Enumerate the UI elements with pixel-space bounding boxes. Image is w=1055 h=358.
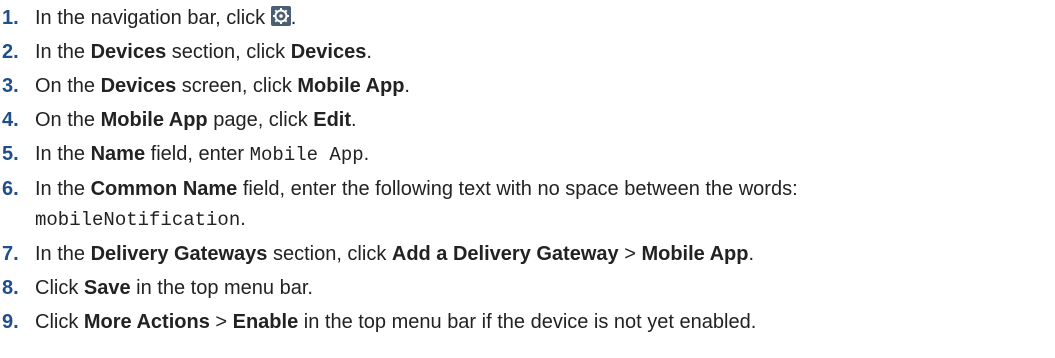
step-text: On the Mobile App page, click Edit. [35,109,357,131]
step-text: In the Name field, enter Mobile App. [35,143,370,166]
step-number: 2. [2,41,19,63]
step-7: 7. In the Delivery Gateways section, cli… [0,239,1055,269]
step-number: 5. [2,143,19,165]
step-text: On the Devices screen, click Mobile App. [35,75,410,97]
step-number: 8. [2,277,19,299]
step-9: 9. Click More Actions > Enable in the to… [0,307,1055,337]
step-5: 5. In the Name field, enter Mobile App. [0,139,1055,170]
step-6: 6. In the Common Name field, enter the f… [0,174,1055,235]
step-text: Click Save in the top menu bar. [35,277,313,299]
step-text: Click More Actions > Enable in the top m… [35,311,757,333]
step-number: 3. [2,75,19,97]
procedure-steps: 1. In the navigation bar, click . 2. In … [0,0,1055,337]
step-4: 4. On the Mobile App page, click Edit. [0,105,1055,135]
gear-icon [270,6,291,26]
step-text: In the Devices section, click Devices. [35,41,372,63]
code-value: mobileNotification [35,209,241,231]
step-number: 9. [2,311,19,333]
step-8: 8. Click Save in the top menu bar. [0,273,1055,303]
step-number: 7. [2,243,19,265]
step-text: In the navigation bar, click . [35,6,297,29]
step-3: 3. On the Devices screen, click Mobile A… [0,71,1055,101]
code-value: Mobile App [249,144,364,166]
step-1: 1. In the navigation bar, click . [0,3,1055,33]
step-number: 4. [2,109,19,131]
step-number: 1. [2,7,19,29]
step-text: In the Delivery Gateways section, click … [35,243,755,265]
step-text: In the Common Name field, enter the foll… [35,178,798,231]
step-number: 6. [2,178,19,200]
step-2: 2. In the Devices section, click Devices… [0,37,1055,67]
